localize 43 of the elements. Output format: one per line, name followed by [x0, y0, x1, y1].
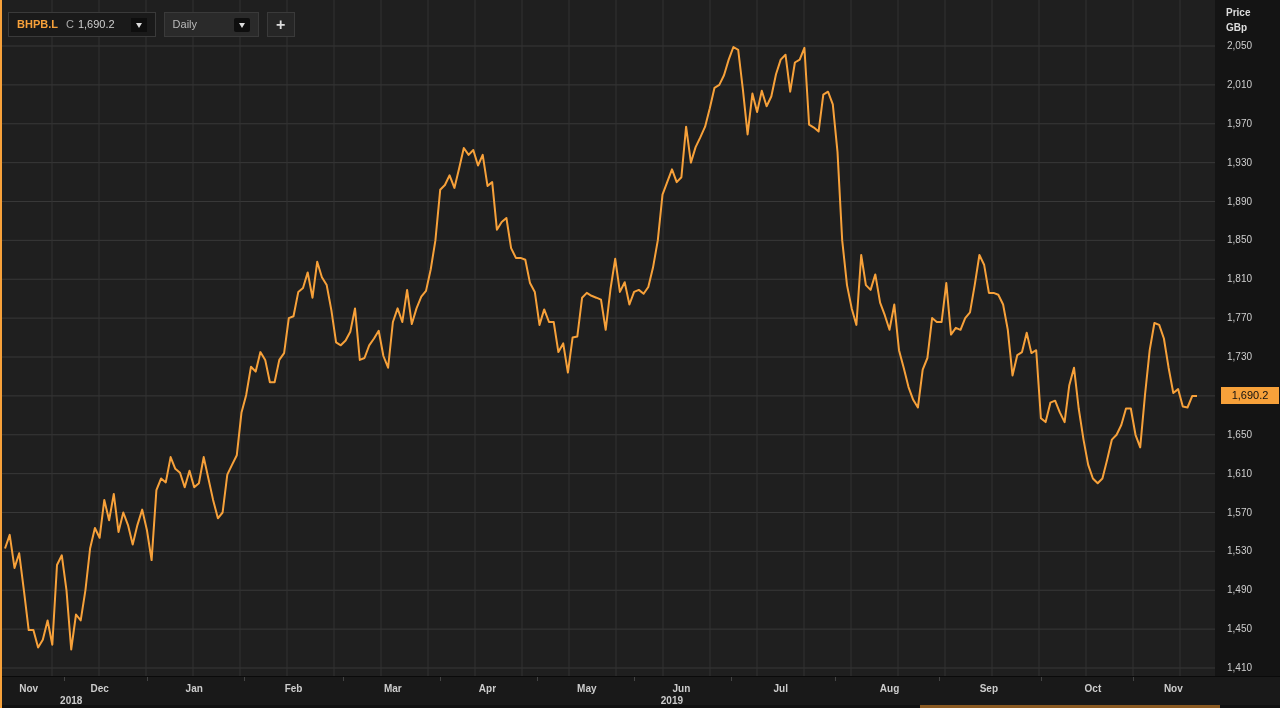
y-axis-label: 2,010 — [1227, 79, 1253, 90]
add-button[interactable]: + — [266, 12, 295, 37]
month-label: May — [577, 682, 597, 696]
month-label: Dec — [90, 682, 109, 696]
y-axis-label: 1,650 — [1227, 429, 1253, 440]
y-axis-label: 1,530 — [1227, 546, 1253, 557]
y-axis-label: 1,770 — [1227, 313, 1253, 324]
y-axis-label: 1,490 — [1227, 585, 1253, 596]
y-axis-label: 1,850 — [1227, 235, 1253, 246]
y-axis-label: 1,810 — [1227, 274, 1253, 285]
year-label: 2018 — [60, 694, 83, 708]
month-label: Jul — [773, 682, 788, 696]
month-label: Nov — [19, 682, 39, 696]
month-label: Feb — [284, 682, 303, 696]
caret-icon — [130, 17, 147, 32]
month-label: Apr — [478, 682, 497, 696]
y-axis-label: 1,970 — [1227, 118, 1253, 129]
price-type-label: C — [65, 17, 74, 33]
interval-label: Daily — [172, 17, 198, 33]
interval-dropdown[interactable]: Daily — [163, 12, 259, 37]
month-label: Oct — [1084, 682, 1102, 696]
y-axis-label: 1,570 — [1227, 507, 1253, 518]
price-label: 1,690.2 — [77, 17, 115, 33]
price-badge: 1,690.2 — [1221, 386, 1279, 404]
month-label: Aug — [879, 682, 900, 696]
y-axis-label: 2,050 — [1227, 41, 1253, 51]
range-scrollbar[interactable] — [920, 705, 1220, 708]
y-axis-label: 1,890 — [1227, 196, 1253, 207]
month-label: Mar — [383, 682, 402, 696]
month-label: Sep — [979, 682, 999, 696]
symbol-dropdown[interactable]: BHPB.L C 1,690.2 — [8, 12, 156, 37]
y-axis-label: 1,610 — [1227, 468, 1253, 479]
y-axis-label: 1,730 — [1227, 352, 1253, 362]
month-label: Jun — [672, 682, 691, 696]
year-label: 2019 — [660, 694, 684, 708]
y-axis-label: 1,410 — [1227, 663, 1253, 673]
axis-title: Price GBp — [1226, 6, 1252, 35]
symbol-label: BHPB.L — [17, 17, 58, 33]
month-label: Jan — [185, 682, 203, 696]
caret-icon — [233, 17, 250, 32]
month-label: Nov — [1163, 682, 1183, 696]
y-axis-label: 1,930 — [1227, 157, 1253, 168]
y-axis-label: 1,450 — [1227, 624, 1253, 635]
